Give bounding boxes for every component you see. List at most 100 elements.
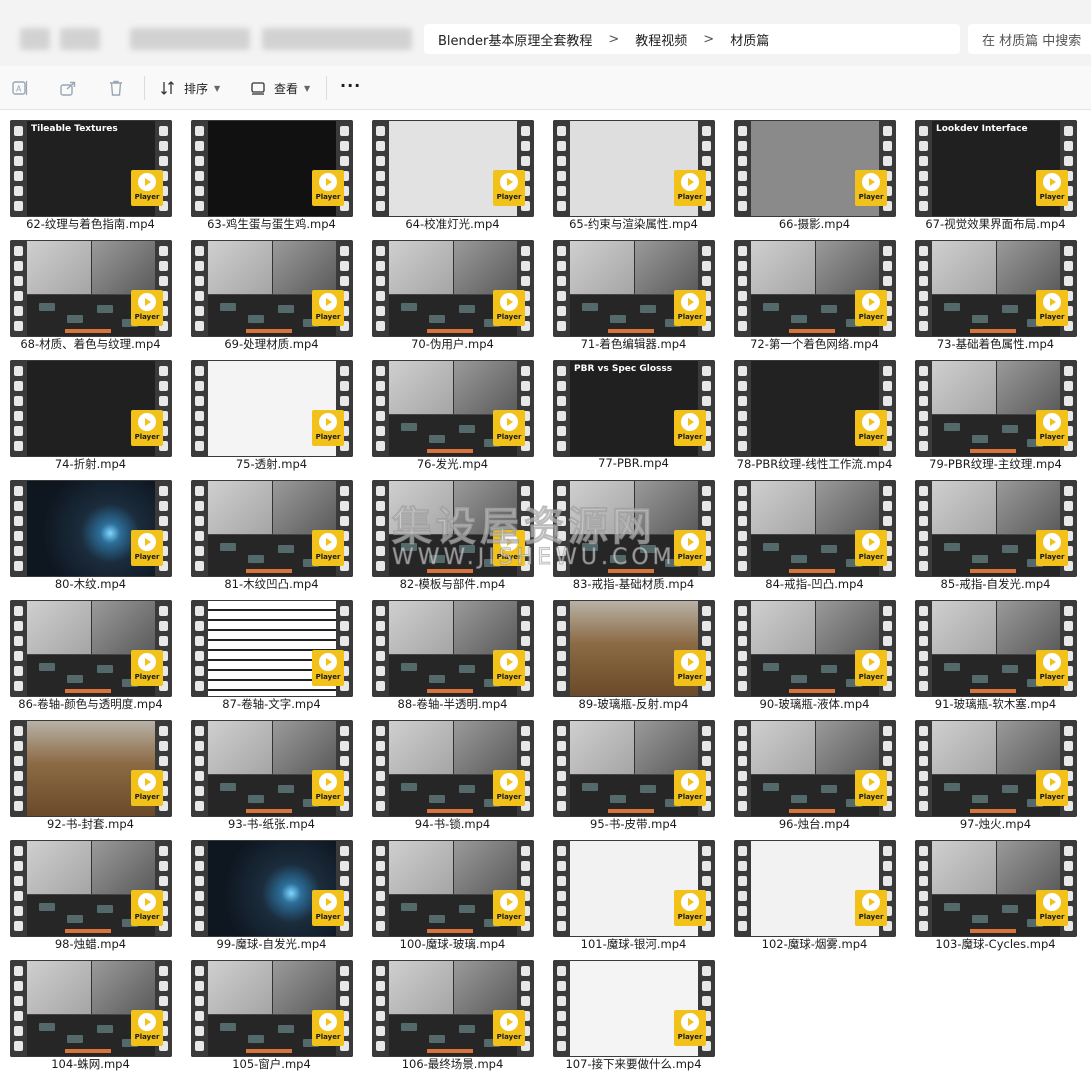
player-badge-label: Player xyxy=(677,913,703,921)
player-badge-label: Player xyxy=(134,433,160,441)
play-icon xyxy=(862,893,880,911)
file-item[interactable]: Player 98-烛蜡.mp4 xyxy=(0,830,181,951)
file-item[interactable]: Player 87-卷轴-文字.mp4 xyxy=(181,590,362,711)
view-button[interactable]: 查看 ▼ xyxy=(250,77,310,99)
film-perforation xyxy=(915,240,932,337)
file-item[interactable]: Player 100-魔球-玻璃.mp4 xyxy=(362,830,543,951)
player-badge-label: Player xyxy=(315,793,341,801)
file-item[interactable]: Player 66-摄影.mp4 xyxy=(724,110,905,231)
file-item[interactable]: Player 88-卷轴-半透明.mp4 xyxy=(362,590,543,711)
file-item[interactable]: Player 84-戒指-凹凸.mp4 xyxy=(724,470,905,591)
film-perforation xyxy=(372,480,389,577)
file-item[interactable]: Player 76-发光.mp4 xyxy=(362,350,543,471)
file-item[interactable]: Player 78-PBR纹理-线性工作流.mp4 xyxy=(724,350,905,471)
command-bar: A 排序 ▼ 查看 ▼ ··· xyxy=(0,66,1091,110)
player-badge-icon: Player xyxy=(312,530,344,566)
breadcrumb-item[interactable]: Blender基本原理全套教程 xyxy=(438,30,592,49)
toolbar-divider xyxy=(326,76,327,100)
play-icon xyxy=(1043,533,1061,551)
file-item[interactable]: Player 99-魔球-自发光.mp4 xyxy=(181,830,362,951)
file-item[interactable]: Player 81-木纹凹凸.mp4 xyxy=(181,470,362,591)
file-item[interactable]: Player 93-书-纸张.mp4 xyxy=(181,710,362,831)
file-item[interactable]: Player 71-着色编辑器.mp4 xyxy=(543,230,724,351)
file-item[interactable]: Player 106-最终场景.mp4 xyxy=(362,950,543,1071)
film-perforation xyxy=(191,240,208,337)
file-item[interactable]: Player 107-接下来要做什么.mp4 xyxy=(543,950,724,1071)
breadcrumb-item[interactable]: 教程视频 xyxy=(635,30,687,49)
file-item[interactable]: Player 105-窗户.mp4 xyxy=(181,950,362,1071)
play-icon xyxy=(681,293,699,311)
file-item[interactable]: Player 70-伪用户.mp4 xyxy=(362,230,543,351)
play-icon xyxy=(319,773,337,791)
file-name: 77-PBR.mp4 xyxy=(598,456,669,470)
file-item[interactable]: Player 102-魔球-烟雾.mp4 xyxy=(724,830,905,951)
file-item[interactable]: Player 65-约束与渲染属性.mp4 xyxy=(543,110,724,231)
file-item[interactable]: Player 104-蛛网.mp4 xyxy=(0,950,181,1071)
file-item[interactable]: Player 97-烛火.mp4 xyxy=(905,710,1086,831)
play-icon xyxy=(138,773,156,791)
file-item[interactable]: Lookdev Interface Player 67-视觉效果界面布局.mp4 xyxy=(905,110,1086,231)
file-item[interactable]: Player 82-模板与部件.mp4 xyxy=(362,470,543,591)
player-badge-label: Player xyxy=(315,673,341,681)
file-item[interactable]: Player 83-戒指-基础材质.mp4 xyxy=(543,470,724,591)
file-item[interactable]: Player 89-玻璃瓶-反射.mp4 xyxy=(543,590,724,711)
delete-icon[interactable] xyxy=(106,78,126,98)
toolbar-divider xyxy=(144,76,145,100)
file-item[interactable]: Player 96-烛台.mp4 xyxy=(724,710,905,831)
file-item[interactable]: Player 90-玻璃瓶-液体.mp4 xyxy=(724,590,905,711)
breadcrumb-separator[interactable]: > xyxy=(608,32,619,47)
more-options-button[interactable]: ··· xyxy=(340,76,361,95)
file-item[interactable]: Player 63-鸡生蛋与蛋生鸡.mp4 xyxy=(181,110,362,231)
film-perforation xyxy=(372,960,389,1057)
player-badge-label: Player xyxy=(134,793,160,801)
file-item[interactable]: Player 72-第一个着色网络.mp4 xyxy=(724,230,905,351)
player-badge-icon: Player xyxy=(855,770,887,806)
file-item[interactable]: Player 103-魔球-Cycles.mp4 xyxy=(905,830,1086,951)
player-badge-icon: Player xyxy=(131,290,163,326)
search-input[interactable]: 在 材质篇 中搜索 xyxy=(968,24,1091,54)
film-perforation xyxy=(915,720,932,817)
file-item[interactable]: Player 79-PBR纹理-主纹理.mp4 xyxy=(905,350,1086,471)
file-item[interactable]: Player 85-戒指-自发光.mp4 xyxy=(905,470,1086,591)
file-item[interactable]: Player 69-处理材质.mp4 xyxy=(181,230,362,351)
player-badge-icon: Player xyxy=(312,410,344,446)
play-icon xyxy=(1043,413,1061,431)
share-icon[interactable] xyxy=(58,78,78,98)
file-item[interactable]: Tileable Textures Player 62-纹理与着色指南.mp4 xyxy=(0,110,181,231)
breadcrumb-separator[interactable]: > xyxy=(703,32,714,47)
sort-icon xyxy=(160,80,176,96)
file-item[interactable]: Player 73-基础着色属性.mp4 xyxy=(905,230,1086,351)
file-item[interactable]: Player 80-木纹.mp4 xyxy=(0,470,181,591)
thumbnail-title: Lookdev Interface xyxy=(936,124,1028,134)
file-item[interactable]: Player 74-折射.mp4 xyxy=(0,350,181,471)
player-badge-icon: Player xyxy=(855,290,887,326)
play-icon xyxy=(862,413,880,431)
film-perforation xyxy=(734,480,751,577)
film-perforation xyxy=(191,360,208,457)
film-perforation xyxy=(191,600,208,697)
file-item[interactable]: Player 92-书-封套.mp4 xyxy=(0,710,181,831)
play-icon xyxy=(500,893,518,911)
file-item[interactable]: PBR vs Spec Glosss Player 77-PBR.mp4 xyxy=(543,350,724,470)
file-item[interactable]: Player 68-材质、着色与纹理.mp4 xyxy=(0,230,181,351)
player-badge-label: Player xyxy=(858,313,884,321)
breadcrumb-item[interactable]: 材质篇 xyxy=(730,30,769,49)
file-item[interactable]: Player 94-书-锁.mp4 xyxy=(362,710,543,831)
player-badge-label: Player xyxy=(134,553,160,561)
file-item[interactable]: Player 64-校准灯光.mp4 xyxy=(362,110,543,231)
file-name: 103-魔球-Cycles.mp4 xyxy=(935,937,1056,951)
film-perforation xyxy=(915,360,932,457)
file-item[interactable]: Player 95-书-皮带.mp4 xyxy=(543,710,724,831)
player-badge-label: Player xyxy=(315,313,341,321)
file-item[interactable]: Player 91-玻璃瓶-软木塞.mp4 xyxy=(905,590,1086,711)
play-icon xyxy=(500,413,518,431)
player-badge-icon: Player xyxy=(312,890,344,926)
play-icon xyxy=(500,293,518,311)
film-perforation xyxy=(372,840,389,937)
rename-icon[interactable]: A xyxy=(10,78,30,98)
file-item[interactable]: Player 86-卷轴-颜色与透明度.mp4 xyxy=(0,590,181,711)
sort-button[interactable]: 排序 ▼ xyxy=(160,77,220,99)
player-badge-icon: Player xyxy=(312,170,344,206)
file-item[interactable]: Player 101-魔球-银河.mp4 xyxy=(543,830,724,951)
file-item[interactable]: Player 75-透射.mp4 xyxy=(181,350,362,471)
